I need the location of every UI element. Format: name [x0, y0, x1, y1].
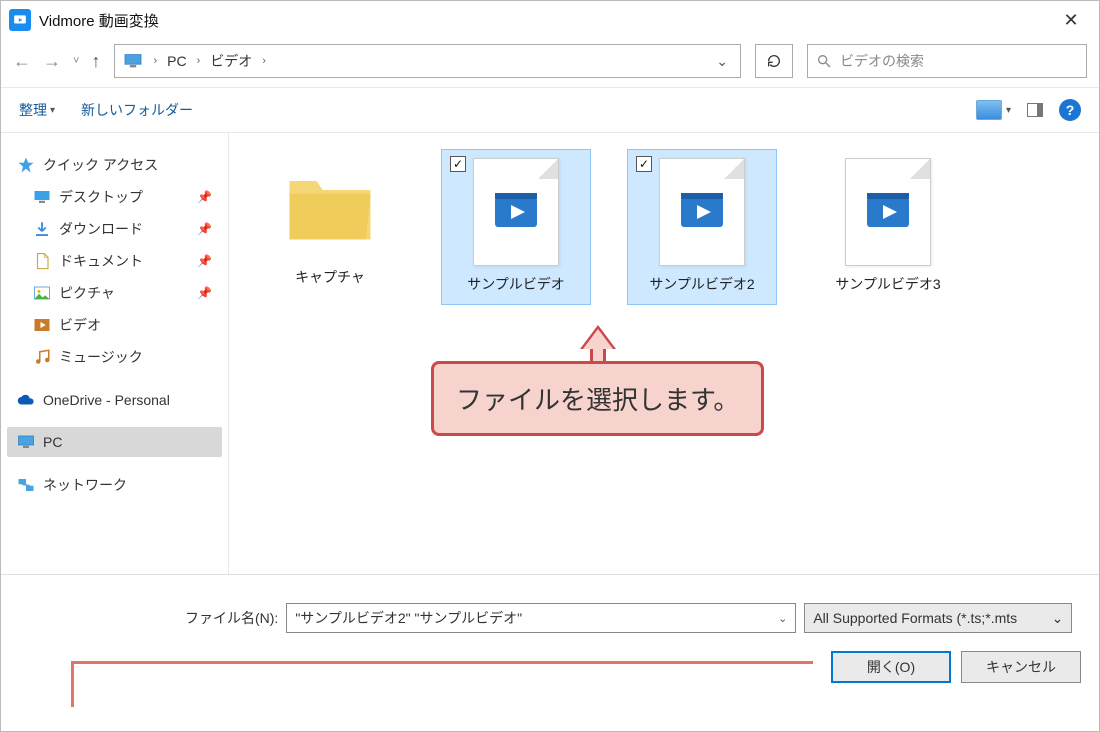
nav-row: ← → ˅ ↑ › PC › ビデオ › ⌄ ビデオの検索 — [1, 39, 1099, 87]
sidebar-item[interactable]: ダウンロード📌 — [7, 213, 222, 245]
file-label: キャプチャ — [260, 267, 400, 287]
video-file-icon — [473, 158, 559, 266]
up-button[interactable]: ↑ — [91, 51, 100, 72]
selection-checkbox[interactable]: ✓ — [636, 156, 652, 172]
filename-label: ファイル名(N): — [185, 608, 278, 628]
breadcrumb-pc[interactable]: PC — [167, 53, 186, 69]
chevron-right-icon: › — [151, 55, 159, 67]
new-folder-button[interactable]: 新しいフォルダー — [81, 100, 193, 120]
chevron-down-icon: ▾ — [50, 105, 55, 116]
folder-icon — [281, 172, 379, 244]
chevron-right-icon: › — [195, 55, 203, 67]
cloud-icon — [17, 391, 35, 409]
file-type-filter[interactable]: All Supported Formats (*.ts;*.mts ⌄ — [804, 603, 1072, 633]
address-bar[interactable]: › PC › ビデオ › ⌄ — [114, 44, 741, 78]
network-icon — [17, 476, 35, 494]
back-button[interactable]: ← — [13, 51, 31, 72]
sidebar-item[interactable]: デスクトップ📌 — [7, 181, 222, 213]
recent-dropdown[interactable]: ˅ — [73, 55, 79, 67]
file-label: サンプルビデオ — [446, 274, 586, 294]
close-button[interactable]: ✕ — [1051, 5, 1091, 35]
nav-sidebar: クイック アクセス デスクトップ📌ダウンロード📌ドキュメント📌ピクチャ📌ビデオミ… — [1, 133, 229, 574]
sidebar-item[interactable]: ミュージック — [7, 341, 222, 373]
forward-button[interactable]: → — [43, 51, 61, 72]
video-file-icon — [659, 158, 745, 266]
sidebar-item[interactable]: ドキュメント📌 — [7, 245, 222, 277]
folder-icon — [33, 348, 51, 366]
titlebar: Vidmore 動画変換 ✕ — [1, 1, 1099, 39]
window-title: Vidmore 動画変換 — [39, 10, 159, 31]
preview-pane-button[interactable] — [1027, 103, 1043, 117]
pc-icon — [123, 53, 143, 69]
app-icon — [9, 9, 31, 31]
chevron-down-icon: ⌄ — [1052, 610, 1064, 627]
help-button[interactable]: ? — [1059, 99, 1081, 121]
selection-checkbox[interactable]: ✓ — [450, 156, 466, 172]
folder-icon — [33, 316, 51, 334]
app-logo-icon — [13, 13, 27, 27]
nav-arrows: ← → ˅ ↑ — [13, 51, 100, 72]
chevron-down-icon: ▾ — [1006, 105, 1011, 116]
pin-icon: 📌 — [197, 254, 212, 268]
sidebar-item[interactable]: ビデオ — [7, 309, 222, 341]
sidebar-onedrive[interactable]: OneDrive - Personal — [7, 385, 222, 415]
pin-icon: 📌 — [197, 190, 212, 204]
search-placeholder: ビデオの検索 — [840, 51, 924, 71]
pin-icon: 📌 — [197, 286, 212, 300]
star-icon — [17, 156, 35, 174]
file-item[interactable]: サンプルビデオ3 — [813, 149, 963, 305]
file-label: サンプルビデオ3 — [818, 274, 958, 294]
view-mode-icon — [976, 100, 1002, 120]
search-box[interactable]: ビデオの検索 — [807, 44, 1087, 78]
pin-icon: 📌 — [197, 222, 212, 236]
file-item[interactable]: ✓ サンプルビデオ — [441, 149, 591, 305]
search-icon — [816, 53, 832, 69]
open-button[interactable]: 開く(O) — [831, 651, 951, 683]
dialog-footer: ファイル名(N): "サンプルビデオ2" "サンプルビデオ" ⌄ All Sup… — [1, 574, 1099, 731]
sidebar-item[interactable]: ピクチャ📌 — [7, 277, 222, 309]
file-item[interactable]: ✓ サンプルビデオ2 — [627, 149, 777, 305]
annotation-line — [71, 661, 813, 667]
chevron-right-icon: › — [260, 55, 268, 67]
sidebar-quick-access[interactable]: クイック アクセス — [7, 149, 222, 181]
video-file-icon — [845, 158, 931, 266]
refresh-icon — [766, 53, 782, 69]
toolbar-right: ▾ ? — [976, 99, 1081, 121]
address-dropdown[interactable]: ⌄ — [708, 53, 736, 70]
sidebar-pc[interactable]: PC — [7, 427, 222, 457]
annotation-line — [71, 661, 74, 707]
annotation-callout: ファイルを選択します。 — [431, 325, 764, 436]
breadcrumb-video[interactable]: ビデオ — [210, 51, 252, 71]
folder-icon — [33, 284, 51, 302]
callout-text: ファイルを選択します。 — [431, 361, 764, 436]
preview-pane-icon — [1027, 103, 1043, 117]
pc-icon — [17, 433, 35, 451]
folder-icon — [33, 220, 51, 238]
filename-input[interactable]: "サンプルビデオ2" "サンプルビデオ" ⌄ — [286, 603, 796, 633]
folder-icon — [33, 188, 51, 206]
view-mode-button[interactable]: ▾ — [976, 100, 1011, 120]
file-dialog: Vidmore 動画変換 ✕ ← → ˅ ↑ › PC › ビデオ › ⌄ ビデ… — [0, 0, 1100, 732]
chevron-down-icon[interactable]: ⌄ — [778, 612, 787, 625]
file-label: サンプルビデオ2 — [632, 274, 772, 294]
folder-item[interactable]: キャプチャ — [255, 149, 405, 298]
refresh-button[interactable] — [755, 44, 793, 78]
organize-menu[interactable]: 整理▾ — [19, 100, 55, 120]
toolbar: 整理▾ 新しいフォルダー ▾ ? — [1, 87, 1099, 133]
filename-value: "サンプルビデオ2" "サンプルビデオ" — [295, 608, 522, 628]
cancel-button[interactable]: キャンセル — [961, 651, 1081, 683]
folder-icon — [33, 252, 51, 270]
sidebar-network[interactable]: ネットワーク — [7, 469, 222, 501]
